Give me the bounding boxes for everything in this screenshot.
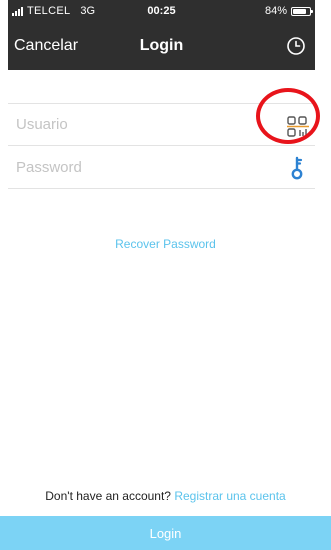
page-title: Login [139,37,184,54]
status-bar: TELCEL 3G 00:25 84% [8,0,315,24]
login-button[interactable]: Login [0,516,331,550]
battery-icon [291,6,313,16]
password-row [8,146,315,189]
status-right: 84% [264,5,313,17]
battery-percent: 84% [264,5,287,17]
password-input[interactable] [16,158,315,176]
nav-bar: Cancelar Login [8,24,315,70]
register-link[interactable]: Registrar una cuenta [174,489,285,503]
signup-prompt: Don't have an account? Registrar una cue… [0,489,331,503]
clock-icon[interactable] [285,35,307,57]
key-icon[interactable] [285,155,311,181]
recover-password-link[interactable]: Recover Password [0,237,331,251]
highlight-annotation [256,88,320,144]
signup-prompt-text: Don't have an account? [45,489,175,503]
